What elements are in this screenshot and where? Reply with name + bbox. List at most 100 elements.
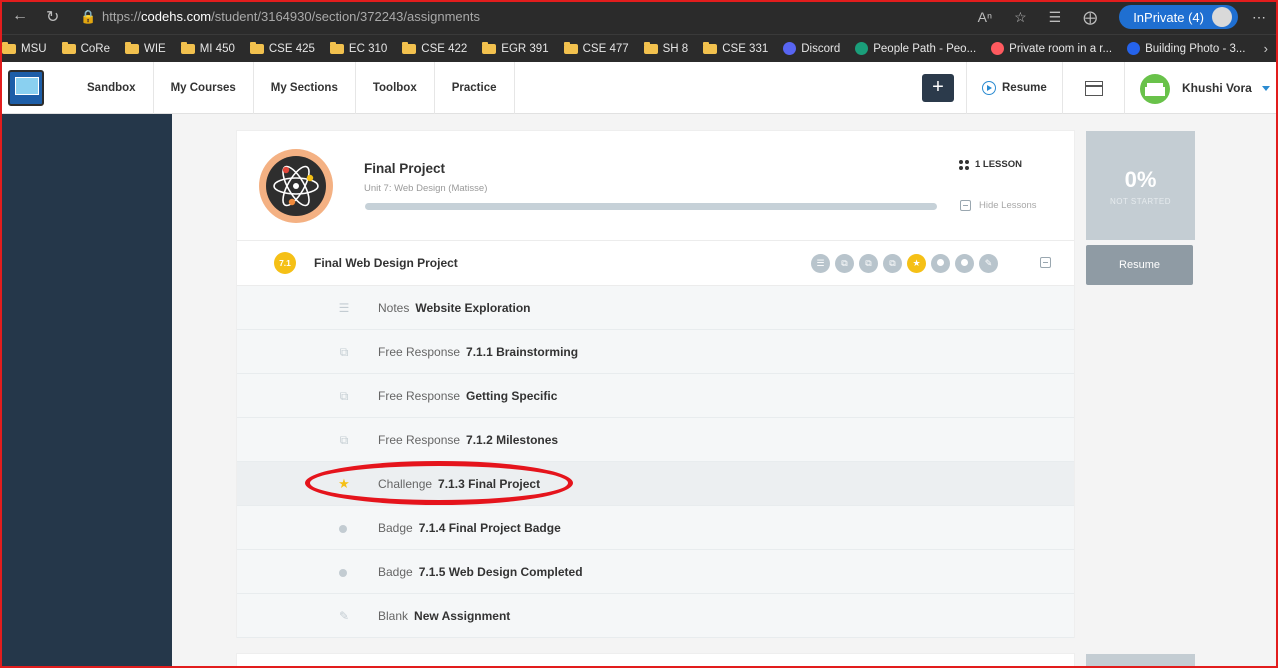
folder-icon xyxy=(563,41,578,54)
play-icon xyxy=(982,81,996,95)
favorites-bar-icon[interactable]: ☰ xyxy=(1049,9,1062,26)
url-domain: codehs.com xyxy=(141,9,212,24)
bookmark-item[interactable]: EC 310 xyxy=(329,41,387,55)
bookmark-item[interactable]: Discord xyxy=(783,42,840,55)
bookmarks-bar: MSU CoRe WIE MI 450 CSE 425 EC 310 CSE 422 EGR … xyxy=(0,34,1278,62)
more-icon[interactable]: ⋯ xyxy=(1252,9,1266,26)
left-sidebar xyxy=(0,114,172,668)
assignment-row[interactable]: ✎ Blank New Assignment xyxy=(237,594,1074,638)
bookmark-item[interactable]: CSE 422 xyxy=(402,41,468,55)
bookmark-label: SH 8 xyxy=(662,42,689,55)
bookmark-item[interactable]: Private room in a r... xyxy=(991,42,1112,55)
resume-nav-button[interactable]: Resume xyxy=(982,62,1047,114)
bookmark-label: CSE 422 xyxy=(421,42,468,55)
assignment-name[interactable]: 7.1.2 Milestones xyxy=(466,433,558,447)
assignment-row[interactable]: ☰ Notes Website Exploration xyxy=(237,286,1074,330)
lessons-icon xyxy=(959,159,969,170)
assignment-row[interactable]: Badge 7.1.4 Final Project Badge xyxy=(237,506,1074,550)
assignment-name[interactable]: 7.1.1 Brainstorming xyxy=(466,345,578,359)
folder-icon xyxy=(249,41,264,54)
assignment-row[interactable]: ⧉ Free Response 7.1.2 Milestones xyxy=(237,418,1074,462)
inprivate-button[interactable]: InPrivate (4) xyxy=(1119,5,1238,29)
assignment-name[interactable]: 7.1.5 Web Design Completed xyxy=(419,565,583,579)
folder-icon xyxy=(402,41,417,54)
lesson-row[interactable]: 7.1 Final Web Design Project ☰ ⧉ ⧉ ⧉ ★ ✎ xyxy=(237,241,1074,286)
lesson-number-badge: 7.1 xyxy=(274,252,296,274)
bookmark-item[interactable]: WIE xyxy=(124,41,166,55)
pencil-icon: ✎ xyxy=(338,609,350,623)
bookmark-item[interactable]: CSE 477 xyxy=(563,41,629,55)
lesson-count: 1 LESSON xyxy=(959,159,1022,170)
bookmark-label: MI 450 xyxy=(199,42,235,55)
assignment-name[interactable]: 7.1.4 Final Project Badge xyxy=(419,521,561,535)
nav-my-courses[interactable]: My Courses xyxy=(154,62,254,114)
assignment-row[interactable]: ⧉ Free Response 7.1.1 Brainstorming xyxy=(237,330,1074,374)
assignment-name[interactable]: 7.1.3 Final Project xyxy=(438,477,540,491)
progress-status-panel: 0% NOT STARTED xyxy=(1086,131,1195,240)
bookmark-item[interactable]: MI 450 xyxy=(180,41,235,55)
bookmark-item[interactable]: SH 8 xyxy=(643,41,689,55)
chevron-down-icon[interactable] xyxy=(1262,86,1270,91)
discord-icon xyxy=(783,42,797,55)
bookmarks-overflow-icon[interactable]: › xyxy=(1264,41,1268,56)
folder-icon xyxy=(2,41,16,54)
assignment-name[interactable]: Website Exploration xyxy=(415,301,530,315)
hide-lessons-toggle[interactable]: Hide Lessons xyxy=(960,200,1037,211)
profile-avatar-icon xyxy=(1212,7,1232,27)
assignment-name[interactable]: Getting Specific xyxy=(466,389,557,403)
url-bar[interactable]: https://codehs.com/student/3164930/secti… xyxy=(102,0,480,34)
folder-icon xyxy=(61,41,76,54)
refresh-icon[interactable]: ↻ xyxy=(46,7,59,27)
resume-nav-label: Resume xyxy=(1002,82,1047,94)
window-icon[interactable] xyxy=(1085,81,1103,96)
bookmark-item[interactable]: CoRe xyxy=(61,41,110,55)
dot-icon xyxy=(339,569,347,577)
project-card: Final Project Unit 7: Web Design (Matiss… xyxy=(237,131,1074,638)
bookmark-label: CSE 425 xyxy=(268,42,315,55)
status-label: NOT STARTED xyxy=(1109,197,1172,206)
copy-icon: ⧉ xyxy=(339,345,349,359)
copy-icon: ⧉ xyxy=(339,389,349,403)
user-avatar[interactable] xyxy=(1140,74,1170,104)
assignment-row[interactable]: Badge 7.1.5 Web Design Completed xyxy=(237,550,1074,594)
folder-icon xyxy=(329,41,344,54)
project-header: Final Project Unit 7: Web Design (Matiss… xyxy=(237,131,1074,241)
nav-sandbox[interactable]: Sandbox xyxy=(70,62,154,114)
bookmark-item[interactable]: MSU xyxy=(2,41,47,55)
browser-address-bar: ← ↻ 🔒 https://codehs.com/student/3164930… xyxy=(0,0,1278,34)
assignment-type: Blank xyxy=(378,609,409,623)
nav-toolbox[interactable]: Toolbox xyxy=(356,62,435,114)
bookmark-item[interactable]: People Path - Peo... xyxy=(855,42,976,55)
folder-icon xyxy=(643,41,658,54)
bookmark-item[interactable]: CSE 425 xyxy=(249,41,315,55)
free-response-status-icon: ⧉ xyxy=(883,254,902,273)
collapse-lesson-icon[interactable] xyxy=(1040,257,1051,268)
bookmark-item[interactable]: Building Photo - 3... xyxy=(1127,42,1245,55)
bookmark-label: EGR 391 xyxy=(501,42,549,55)
airbnb-icon xyxy=(991,42,1005,55)
lock-icon[interactable]: 🔒 xyxy=(80,9,96,25)
project-title[interactable]: Final Project xyxy=(364,161,445,176)
nav-practice[interactable]: Practice xyxy=(435,62,515,114)
folder-icon xyxy=(703,41,718,54)
progress-bar xyxy=(365,203,937,210)
add-button[interactable]: + xyxy=(922,74,954,102)
user-name[interactable]: Khushi Vora xyxy=(1182,62,1252,114)
assignment-row-challenge[interactable]: ★ Challenge 7.1.3 Final Project xyxy=(237,462,1074,506)
nav-my-sections[interactable]: My Sections xyxy=(254,62,356,114)
challenge-star-icon: ★ xyxy=(907,254,926,273)
assignment-list: ☰ Notes Website Exploration ⧉ Free Respon… xyxy=(237,286,1074,638)
lesson-title[interactable]: Final Web Design Project xyxy=(314,241,458,286)
bookmark-item[interactable]: CSE 331 xyxy=(703,41,768,55)
resume-button[interactable]: Resume xyxy=(1086,245,1193,285)
collections-icon[interactable]: ⨁ xyxy=(1083,9,1097,26)
peoplepath-icon xyxy=(855,42,869,55)
assignment-name[interactable]: New Assignment xyxy=(414,609,510,623)
back-icon[interactable]: ← xyxy=(12,7,28,25)
percent-complete: 0% xyxy=(1124,167,1157,192)
favorite-icon[interactable]: ☆ xyxy=(1014,9,1027,26)
assignment-row[interactable]: ⧉ Free Response Getting Specific xyxy=(237,374,1074,418)
read-aloud-icon[interactable]: Aⁿ xyxy=(978,9,992,25)
bookmark-item[interactable]: EGR 391 xyxy=(482,41,549,55)
codehs-logo-icon[interactable] xyxy=(8,70,44,106)
